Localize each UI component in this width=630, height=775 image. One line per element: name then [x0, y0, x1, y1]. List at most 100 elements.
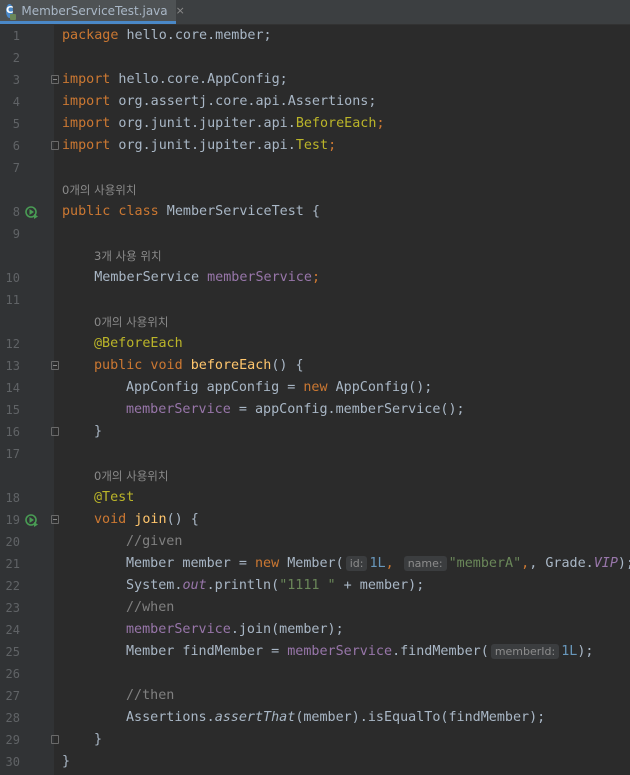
tab-member-service-test[interactable]: C MemberServiceTest.java × [0, 0, 185, 24]
code-text: System.out.println("1111 " + member); [126, 578, 425, 593]
code-text: Member findMember = memberService.findMe… [126, 644, 594, 659]
code-text: public void beforeEach() { [94, 358, 304, 373]
line-number: 22 [5, 579, 20, 593]
code-line: 18 @Test [0, 487, 630, 509]
code-line: 26 [0, 663, 630, 685]
usage-hint[interactable]: 0개의 사용위치 [0, 465, 630, 487]
code-line: 30 } [0, 751, 630, 773]
code-text: public class MemberServiceTest { [62, 204, 320, 219]
code-line: 27 //then [0, 685, 630, 707]
line-number: 5 [12, 117, 20, 131]
line-number: 30 [5, 755, 20, 769]
run-test-icon[interactable] [25, 205, 39, 219]
line-number: 23 [5, 601, 20, 615]
line-number: 8 [12, 205, 20, 219]
line-number: 11 [5, 293, 20, 307]
usage-hint-text[interactable]: 0개의 사용위치 [94, 465, 168, 487]
line-number: 6 [12, 139, 20, 153]
usage-hint[interactable]: 3개 사용 위치 [0, 245, 630, 267]
code-line: 2 [0, 47, 630, 69]
line-number: 9 [12, 227, 20, 241]
code-line: 28 Assertions.assertThat(member).isEqual… [0, 707, 630, 729]
code-text: } [94, 732, 103, 747]
code-line: 7 [0, 157, 630, 179]
line-number: 26 [5, 667, 20, 681]
line-number: 28 [5, 711, 20, 725]
usage-hint-text[interactable]: 0개의 사용위치 [62, 179, 136, 201]
param-hint: id: [345, 556, 368, 571]
code-text: import org.junit.jupiter.api.BeforeEach; [62, 116, 385, 131]
usage-hint[interactable]: 0개의 사용위치 [0, 311, 630, 333]
run-test-icon[interactable] [25, 513, 39, 527]
code-line: 12 @BeforeEach [0, 333, 630, 355]
code-line: 22 System.out.println("1111 " + member); [0, 575, 630, 597]
code-text: Assertions.assertThat(member).isEqualTo(… [126, 710, 546, 725]
code-line: 15 memberService = appConfig.memberServi… [0, 399, 630, 421]
line-number: 27 [5, 689, 20, 703]
usage-hint-text[interactable]: 3개 사용 위치 [94, 245, 162, 267]
line-number: 14 [5, 381, 20, 395]
code-text: memberService.join(member); [126, 622, 344, 637]
code-line: 25 Member findMember = memberService.fin… [0, 641, 630, 663]
code-line: 10 MemberService memberService; [0, 267, 630, 289]
code-text: } [94, 424, 103, 439]
line-number: 7 [12, 161, 20, 175]
code-comment: //given [126, 534, 183, 549]
code-line: 4 import org.assertj.core.api.Assertions… [0, 91, 630, 113]
line-number: 19 [5, 513, 20, 527]
line-number: 1 [12, 29, 20, 43]
code-text: void join() { [94, 512, 199, 527]
code-line: 13 public void beforeEach() { [0, 355, 630, 377]
code-line: 20 //given [0, 531, 630, 553]
code-line: 5 import org.junit.jupiter.api.BeforeEac… [0, 113, 630, 135]
code-comment: //then [126, 688, 175, 703]
code-line: 8 public class MemberServiceTest { [0, 201, 630, 223]
code-line: 21 Member member = new Member(id: 1L, nam… [0, 553, 630, 575]
code-text: Member member = new Member(id: 1L, name: "… [126, 556, 630, 571]
code-text: } [62, 754, 71, 769]
code-line: 24 memberService.join(member); [0, 619, 630, 641]
line-number: 4 [12, 95, 20, 109]
code-text: MemberService memberService; [62, 270, 320, 285]
code-line: 29 } [0, 729, 630, 751]
fold-toggle-icon[interactable] [51, 515, 59, 524]
close-icon[interactable]: × [176, 4, 185, 17]
fold-toggle-icon[interactable] [51, 75, 59, 84]
param-hint: memberId: [490, 644, 560, 659]
code-line: 23 //when [0, 597, 630, 619]
code-line: 9 [0, 223, 630, 245]
fold-end-icon[interactable] [51, 427, 59, 436]
code-text: import hello.core.AppConfig; [62, 72, 288, 87]
fold-toggle-icon[interactable] [51, 361, 59, 370]
line-number: 16 [5, 425, 20, 439]
code-line: 11 [0, 289, 630, 311]
line-number: 10 [5, 271, 20, 285]
code-line: 17 [0, 443, 630, 465]
line-number: 21 [5, 557, 20, 571]
code-text: AppConfig appConfig = new AppConfig(); [126, 380, 433, 395]
usage-hint-text[interactable]: 0개의 사용위치 [94, 311, 168, 333]
line-number: 12 [5, 337, 20, 351]
line-number: 17 [5, 447, 20, 461]
code-text: import org.assertj.core.api.Assertions; [62, 94, 377, 109]
param-hint: name: [403, 556, 447, 571]
line-number: 20 [5, 535, 20, 549]
usage-hint[interactable]: 0개의 사용위치 [0, 179, 630, 201]
code-text: @Test [94, 490, 135, 505]
code-line: 19 void join() { [0, 509, 630, 531]
code-text: import org.junit.jupiter.api.Test; [62, 138, 337, 153]
code-editor[interactable]: 1 package hello.core.member; 2 3 import … [0, 25, 630, 773]
line-number: 29 [5, 733, 20, 747]
code-text: @BeforeEach [94, 336, 183, 351]
line-number: 13 [5, 359, 20, 373]
line-number: 25 [5, 645, 20, 659]
line-number: 3 [12, 73, 20, 87]
fold-end-icon[interactable] [51, 141, 59, 150]
fold-end-icon[interactable] [51, 735, 59, 744]
code-text: package hello.core.member; [62, 28, 272, 43]
line-number: 15 [5, 403, 20, 417]
java-test-class-icon: C [6, 3, 17, 20]
code-line: 16 } [0, 421, 630, 443]
line-number: 2 [12, 51, 20, 65]
line-number: 24 [5, 623, 20, 637]
